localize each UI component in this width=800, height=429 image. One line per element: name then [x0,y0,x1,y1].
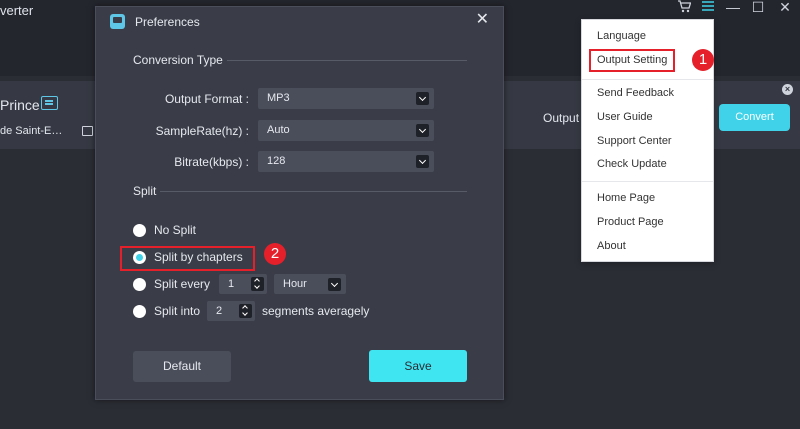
app-logo-icon [110,14,125,29]
split-into-suffix: segments averagely [262,304,370,318]
menu-item-support-center[interactable]: Support Center [597,135,672,147]
split-every-radio[interactable] [133,278,146,291]
dialog-title: Preferences [135,15,200,29]
default-button[interactable]: Default [133,351,231,382]
chevron-down-icon [328,277,341,291]
split-every-label: Split every [154,277,211,291]
menu-item-user-guide[interactable]: User Guide [597,111,653,123]
book-title: Prince [0,97,40,113]
minimize-button[interactable]: — [724,0,742,14]
split-every-unit-value: Hour [283,278,307,290]
split-heading: Split [133,184,157,198]
save-button[interactable]: Save [369,350,467,382]
dialog-close-button[interactable]: ✕ [476,12,489,28]
output-format-select[interactable]: MP3 [258,88,434,109]
book-info-icon[interactable] [41,96,58,110]
split-into-stepper[interactable]: 2 [207,301,255,321]
menu-item-check-update[interactable]: Check Update [597,158,667,170]
split-by-chapters-radio[interactable] [133,251,146,264]
samplerate-label: SampleRate(hz) : [155,124,249,138]
samplerate-value: Auto [267,124,290,136]
dialog-header: Preferences ✕ [96,7,503,37]
chevron-down-icon [416,92,429,105]
section-divider [227,60,467,61]
menu-divider [582,181,713,182]
menu-item-language[interactable]: Language [597,30,646,42]
step-1-badge: 1 [692,49,714,71]
calendar-icon [82,126,93,136]
no-split-label: No Split [154,223,197,237]
book-author: de Saint-E… [0,125,63,137]
split-into-value: 2 [216,305,223,317]
preferences-dialog: Preferences ✕ Conversion Type Output For… [95,6,504,400]
chevron-down-icon [416,155,429,168]
stepper-arrows-icon[interactable] [239,304,252,318]
convert-button[interactable]: Convert [719,104,790,131]
step-2-badge: 2 [264,243,286,265]
split-every-unit-select[interactable]: Hour [274,274,346,294]
stepper-arrows-icon[interactable] [251,277,264,291]
samplerate-select[interactable]: Auto [258,120,434,141]
menu-item-product-page[interactable]: Product Page [597,216,664,228]
output-format-label: Output Format : [164,92,249,106]
close-window-button[interactable]: ✕ [776,0,794,14]
output-format-value: MP3 [267,92,290,104]
menu-item-output-setting[interactable]: Output Setting [597,54,667,66]
hamburger-menu-icon[interactable] [699,0,717,14]
conversion-type-heading: Conversion Type [133,53,223,67]
remove-book-button[interactable]: × [782,84,793,95]
split-every-value: 1 [228,278,235,290]
split-every-stepper[interactable]: 1 [219,274,267,294]
output-label: Output [543,111,580,125]
menu-item-home-page[interactable]: Home Page [597,192,655,204]
section-divider [160,191,467,192]
app-title: verter [0,3,34,18]
bitrate-value: 128 [267,155,286,167]
menu-divider [582,79,713,80]
bitrate-label: Bitrate(kbps) : [174,155,249,169]
menu-item-about[interactable]: About [597,240,626,252]
split-into-label: Split into [154,304,201,318]
chevron-down-icon [416,124,429,137]
maximize-button[interactable]: ☐ [749,0,767,14]
menu-item-send-feedback[interactable]: Send Feedback [597,87,674,99]
no-split-radio[interactable] [133,224,146,237]
cart-icon[interactable] [675,0,693,14]
split-by-chapters-label: Split by chapters [154,250,243,264]
split-into-radio[interactable] [133,305,146,318]
bitrate-select[interactable]: 128 [258,151,434,172]
